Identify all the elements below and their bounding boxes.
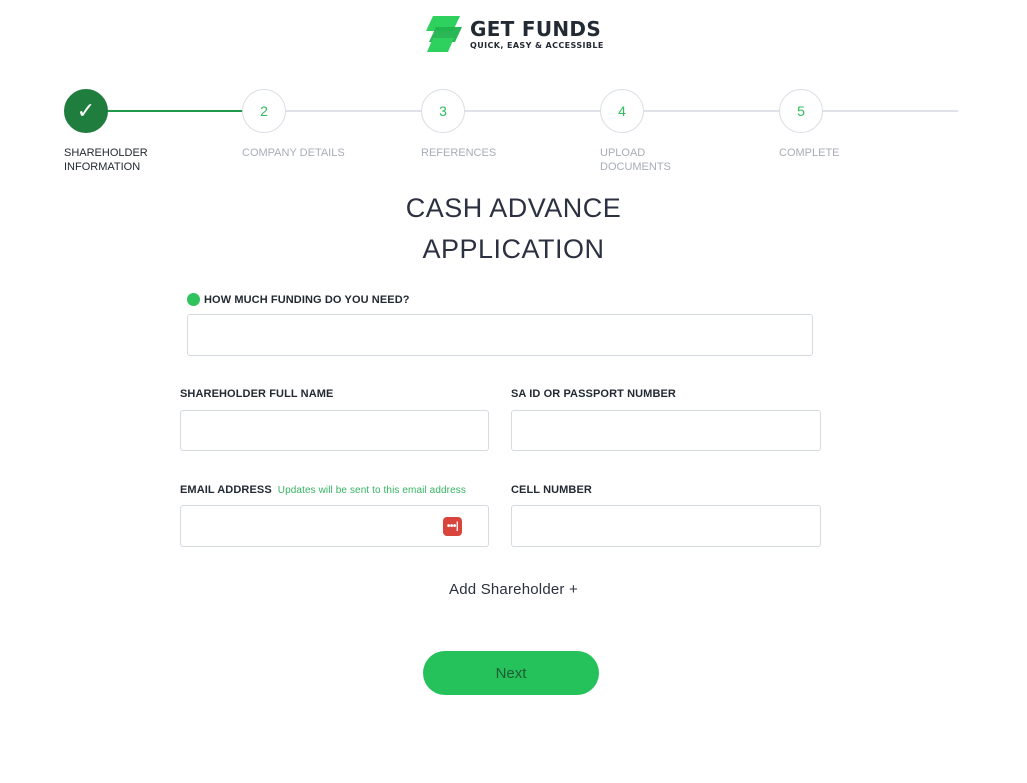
email-label-text: EMAIL ADDRESS	[180, 484, 272, 496]
id-number-input[interactable]	[511, 410, 821, 451]
stacked-cards-icon	[424, 14, 464, 54]
brand-tagline: QUICK, EASY & ACCESSIBLE	[470, 40, 604, 50]
step-label: UPLOAD DOCUMENTS	[600, 147, 671, 173]
password-manager-icon[interactable]: •••|	[443, 517, 462, 536]
funding-label: HOW MUCH FUNDING DO YOU NEED?	[187, 293, 410, 306]
add-shareholder-link[interactable]: Add Shareholder +	[449, 581, 578, 598]
next-button[interactable]: Next	[423, 651, 599, 695]
id-number-label: SA ID OR PASSPORT NUMBER	[511, 388, 676, 400]
page-title-line1: CASH ADVANCE	[405, 193, 622, 223]
cell-number-input[interactable]	[511, 505, 821, 547]
step-company-details[interactable]: 2 COMPANY DETAILS	[242, 89, 422, 160]
step-label: REFERENCES	[421, 147, 497, 159]
checkmark-icon[interactable]: ✓	[64, 89, 108, 133]
funding-label-text: HOW MUCH FUNDING DO YOU NEED?	[204, 294, 410, 306]
step-label: COMPLETE	[779, 147, 840, 159]
shareholder-name-input[interactable]	[180, 410, 489, 451]
cell-number-label: CELL NUMBER	[511, 484, 592, 496]
step-upload-documents[interactable]: 4 UPLOAD DOCUMENTS	[600, 89, 780, 174]
step-shareholder-information[interactable]: ✓ SHAREHOLDER INFORMATION	[64, 89, 244, 174]
step-label: SHAREHOLDER INFORMATION	[64, 147, 148, 173]
add-shareholder-row: Add Shareholder +	[0, 581, 1027, 598]
required-dot-icon	[187, 293, 200, 306]
step-number[interactable]: 5	[779, 89, 823, 133]
funding-amount-input[interactable]	[187, 314, 813, 356]
brand-name: GET FUNDS	[470, 16, 602, 41]
step-references[interactable]: 3 REFERENCES	[421, 89, 601, 160]
email-hint: Updates will be sent to this email addre…	[277, 485, 466, 496]
brand-logo[interactable]: GET FUNDS QUICK, EASY & ACCESSIBLE	[424, 14, 604, 54]
step-complete[interactable]: 5 COMPLETE	[779, 89, 959, 160]
step-label: COMPANY DETAILS	[242, 147, 345, 159]
shareholder-name-label: SHAREHOLDER FULL NAME	[180, 388, 334, 400]
step-number[interactable]: 2	[242, 89, 286, 133]
step-number[interactable]: 3	[421, 89, 465, 133]
email-label: EMAIL ADDRESS Updates will be sent to thi…	[180, 484, 466, 496]
step-number[interactable]: 4	[600, 89, 644, 133]
page-title-line2: APPLICATION	[422, 234, 605, 264]
